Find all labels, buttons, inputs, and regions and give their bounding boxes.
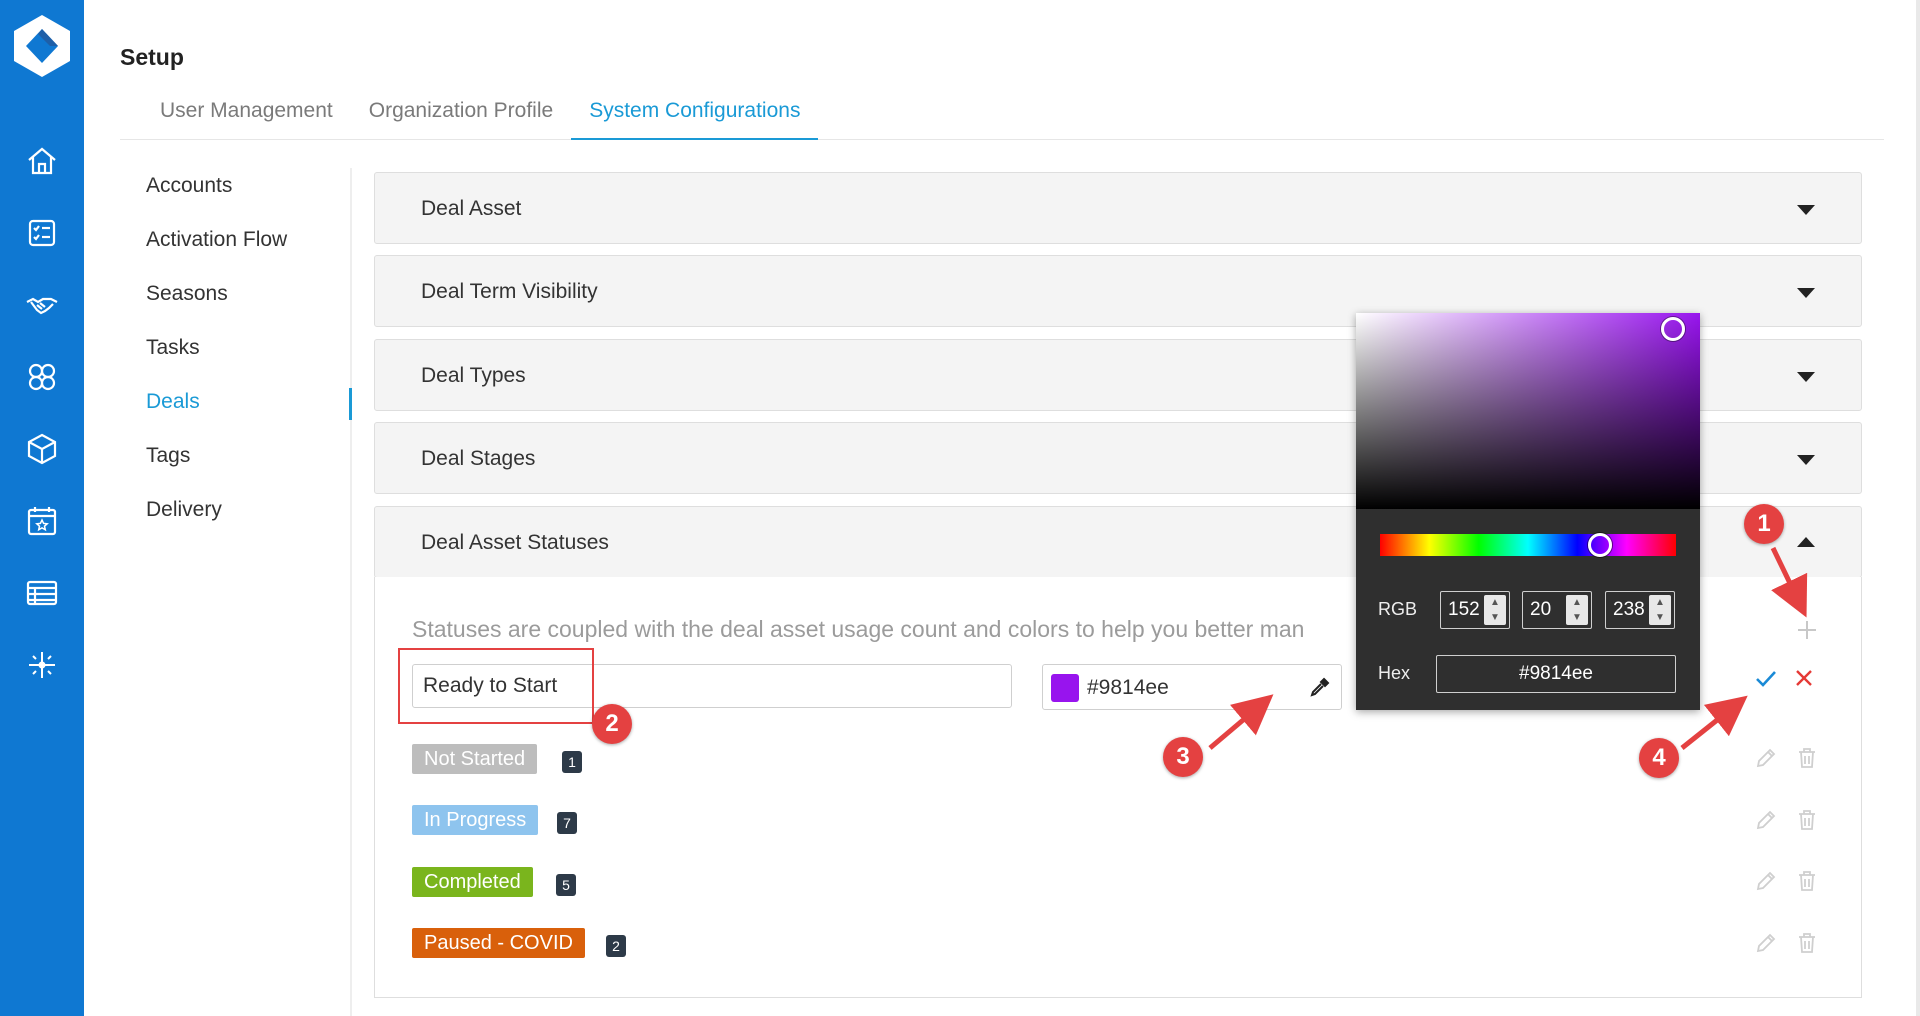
trash-icon[interactable] xyxy=(1795,746,1819,770)
status-count-badge: 7 xyxy=(557,812,577,834)
chevron-down-icon[interactable] xyxy=(1797,372,1815,382)
add-status-icon[interactable] xyxy=(1795,618,1819,642)
hex-label: Hex xyxy=(1378,663,1411,683)
trash-icon[interactable] xyxy=(1795,869,1819,893)
color-hex-value: #9814ee xyxy=(1087,676,1169,699)
clover-icon[interactable] xyxy=(22,357,62,397)
panel-title: Deal Asset xyxy=(421,197,522,220)
chevron-down-icon[interactable] xyxy=(1797,288,1815,298)
subnav-item-deals[interactable]: Deals xyxy=(146,390,200,414)
edit-pencil-icon[interactable] xyxy=(1754,808,1778,832)
checklist-icon[interactable] xyxy=(22,213,62,253)
calendar-star-icon[interactable] xyxy=(22,501,62,541)
statuses-description: Statuses are coupled with the deal asset… xyxy=(412,616,1305,642)
status-count-badge: 1 xyxy=(562,751,582,773)
trash-icon[interactable] xyxy=(1795,808,1819,832)
eyedropper-icon[interactable] xyxy=(1309,676,1331,698)
cube-icon[interactable] xyxy=(22,429,62,469)
saturation-value-area[interactable] xyxy=(1356,313,1700,509)
tab-organization-profile[interactable]: Organization Profile xyxy=(351,92,571,140)
page-title: Setup xyxy=(120,44,184,70)
scrollbar-track[interactable] xyxy=(1916,0,1920,1016)
edit-pencil-icon[interactable] xyxy=(1754,869,1778,893)
rgb-label: RGB xyxy=(1378,599,1418,619)
status-tag-not-started: Not Started xyxy=(412,744,538,774)
subnav-item-tags[interactable]: Tags xyxy=(146,444,190,468)
home-icon[interactable] xyxy=(22,141,62,181)
panel-deal-asset[interactable]: Deal Asset xyxy=(374,172,1862,244)
cancel-x-icon[interactable] xyxy=(1793,667,1815,689)
edit-pencil-icon[interactable] xyxy=(1754,931,1778,955)
hue-handle[interactable] xyxy=(1588,533,1612,557)
color-swatch[interactable] xyxy=(1051,674,1079,702)
subnav-item-activation-flow[interactable]: Activation Flow xyxy=(146,228,287,252)
panel-title: Deal Types xyxy=(421,364,526,387)
hue-slider[interactable] xyxy=(1380,534,1676,556)
tab-bar: User Management Organization Profile Sys… xyxy=(120,92,1884,140)
active-indicator xyxy=(349,388,352,420)
status-count-badge: 2 xyxy=(606,935,626,957)
hex-input[interactable]: #9814ee xyxy=(1436,655,1676,693)
status-color-field[interactable]: #9814ee xyxy=(1042,664,1342,710)
green-value: 20 xyxy=(1530,599,1552,620)
status-count-badge: 5 xyxy=(556,874,576,896)
subnav-item-delivery[interactable]: Delivery xyxy=(146,498,222,522)
app-rail xyxy=(0,0,84,1016)
edit-pencil-icon[interactable] xyxy=(1754,746,1778,770)
annotation-highlight-box xyxy=(398,648,594,724)
color-picker-popover: RGB 152 ▲ ▼ 20 ▲ ▼ 238 ▲ ▼ Hex #9814ee xyxy=(1356,313,1700,710)
subnav-item-seasons[interactable]: Seasons xyxy=(146,282,228,306)
sparkle-icon[interactable] xyxy=(22,645,62,685)
red-stepper[interactable]: ▲ ▼ xyxy=(1484,595,1506,625)
tab-user-management[interactable]: User Management xyxy=(120,92,351,140)
chevron-up-icon[interactable] xyxy=(1797,537,1815,547)
status-tag-completed: Completed xyxy=(412,867,533,897)
blue-stepper[interactable]: ▲ ▼ xyxy=(1649,595,1671,625)
blue-input[interactable]: 238 ▲ ▼ xyxy=(1605,591,1675,629)
red-value: 152 xyxy=(1448,599,1480,620)
green-stepper[interactable]: ▲ ▼ xyxy=(1566,595,1588,625)
table-icon[interactable] xyxy=(22,573,62,613)
status-tag-paused-covid: Paused - COVID xyxy=(412,928,585,958)
green-input[interactable]: 20 ▲ ▼ xyxy=(1522,591,1592,629)
saturation-handle[interactable] xyxy=(1661,317,1685,341)
subnav-item-accounts[interactable]: Accounts xyxy=(146,174,232,198)
annotation-badge-3: 3 xyxy=(1163,737,1203,777)
annotation-badge-2: 2 xyxy=(592,704,632,744)
settings-subnav: Accounts Activation Flow Seasons Tasks D… xyxy=(120,168,352,1016)
red-input[interactable]: 152 ▲ ▼ xyxy=(1440,591,1510,629)
trash-icon[interactable] xyxy=(1795,931,1819,955)
chevron-down-icon[interactable] xyxy=(1797,205,1815,215)
annotation-badge-4: 4 xyxy=(1639,738,1679,778)
panel-title: Deal Term Visibility xyxy=(421,280,598,303)
status-tag-in-progress: In Progress xyxy=(412,805,539,835)
blue-value: 238 xyxy=(1613,599,1645,620)
panel-title: Deal Stages xyxy=(421,447,536,470)
panel-title: Deal Asset Statuses xyxy=(421,531,609,554)
tab-system-configurations[interactable]: System Configurations xyxy=(571,92,819,140)
chevron-down-icon[interactable] xyxy=(1797,455,1815,465)
subnav-item-tasks[interactable]: Tasks xyxy=(146,336,200,360)
handshake-icon[interactable] xyxy=(22,285,62,325)
confirm-check-icon[interactable] xyxy=(1753,665,1779,691)
app-logo-icon[interactable] xyxy=(8,12,76,80)
annotation-badge-1: 1 xyxy=(1744,504,1784,544)
